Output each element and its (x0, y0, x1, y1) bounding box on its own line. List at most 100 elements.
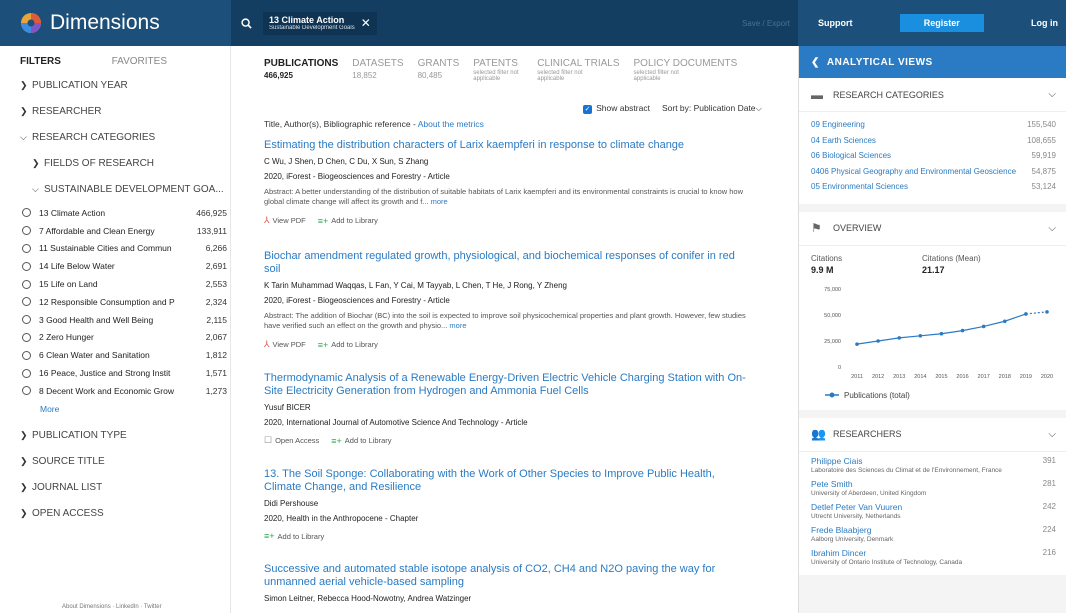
view-pdf-button[interactable]: ⅄ View PDF (264, 339, 306, 350)
category-row[interactable]: 0406 Physical Geography and Environmenta… (811, 167, 1056, 183)
result-title[interactable]: Estimating the distribution characters o… (264, 139, 754, 152)
tab-policy-documents[interactable]: POLICY DOCUMENTS selected filter not appl… (634, 58, 738, 82)
chevron-down-icon[interactable]: ⌵ (1048, 223, 1056, 234)
filter-researcher[interactable]: ❯ RESEARCHER (20, 106, 230, 117)
register-button[interactable]: Register (899, 14, 984, 32)
researcher-row[interactable]: Detlef Peter Van Vuuren Utrecht Universit… (811, 502, 1056, 520)
tab-count: 18,852 (352, 71, 377, 80)
filter-source-title[interactable]: ❯ SOURCE TITLE (20, 456, 230, 467)
open-access-badge[interactable]: ☐ Open Access (264, 435, 319, 446)
filter-research-categories[interactable]: ⌵ RESEARCH CATEGORIES (20, 132, 230, 143)
filter-sdg[interactable]: ⌵ SUSTAINABLE DEVELOPMENT GOA... (32, 184, 230, 195)
result-title[interactable]: Thermodynamic Analysis of a Renewable En… (264, 372, 754, 398)
add-to-library-button[interactable]: ≡+ Add to Library (318, 340, 378, 350)
radio-button[interactable] (22, 297, 31, 307)
result-title[interactable]: Successive and automated stable isotope … (264, 563, 754, 589)
sdg-option[interactable]: 3 Good Health and Well Being 2,115 (22, 311, 230, 329)
tab-filters[interactable]: FILTERS (20, 56, 61, 67)
close-icon[interactable]: ✕ (361, 16, 371, 30)
researcher-name[interactable]: Frede Blaabjerg (811, 525, 893, 535)
chevron-left-icon[interactable]: ❮ (811, 57, 820, 68)
sdg-option[interactable]: 15 Life on Land 2,553 (22, 275, 230, 293)
sort-control[interactable]: Sort by: Publication Date⌵ (662, 103, 762, 114)
radio-button[interactable] (22, 386, 31, 396)
chart-legend[interactable]: Publications (total) (825, 391, 1056, 400)
researcher-count: 224 (1042, 524, 1056, 534)
sdg-option[interactable]: 16 Peace, Justice and Strong Instit 1,571 (22, 364, 230, 382)
logo[interactable]: Dimensions (0, 0, 231, 46)
radio-button[interactable] (22, 261, 31, 271)
login-link[interactable]: Log in (1031, 18, 1058, 28)
save-export-link[interactable]: Save / Export (742, 19, 790, 28)
tab-publications[interactable]: PUBLICATIONS 466,925 (264, 58, 338, 82)
researcher-name[interactable]: Philippe Ciais (811, 456, 1002, 466)
add-to-library-button[interactable]: ≡+ Add to Library (331, 436, 391, 446)
researcher-row[interactable]: Philippe Ciais Laboratoire des Sciences d… (811, 456, 1056, 474)
sdg-option[interactable]: 12 Responsible Consumption and P 2,324 (22, 293, 230, 311)
radio-button[interactable] (22, 243, 31, 253)
category-row[interactable]: 05 Environmental Sciences 53,124 (811, 182, 1056, 198)
sdg-option[interactable]: 6 Clean Water and Sanitation 1,812 (22, 346, 230, 364)
researcher-count: 242 (1042, 501, 1056, 511)
researcher-row[interactable]: Pete Smith University of Aberdeen, United… (811, 479, 1056, 497)
chevron-down-icon: ⌵ (32, 184, 39, 194)
researcher-row[interactable]: Frede Blaabjerg Aalborg University, Denma… (811, 525, 1056, 543)
radio-button[interactable] (22, 350, 31, 360)
card-header[interactable]: ⚑ OVERVIEW ⌵ (799, 212, 1066, 246)
sdg-option[interactable]: 13 Climate Action 466,925 (22, 204, 230, 222)
view-pdf-button[interactable]: ⅄ View PDF (264, 215, 306, 226)
researcher-row[interactable]: Ibrahim Dincer University of Ontario Inst… (811, 548, 1056, 566)
radio-button[interactable] (22, 226, 31, 236)
tab-datasets[interactable]: DATASETS 18,852 (352, 58, 403, 82)
category-row[interactable]: 09 Engineering 155,540 (811, 120, 1056, 136)
sdg-label: 12 Responsible Consumption and P (39, 296, 175, 307)
sdg-option[interactable]: 8 Decent Work and Economic Grow 1,273 (22, 382, 230, 400)
filter-fields-of-research[interactable]: ❯ FIELDS OF RESEARCH (32, 158, 230, 169)
filter-publication-year[interactable]: ❯ PUBLICATION YEAR (20, 80, 230, 91)
filter-open-access[interactable]: ❯ OPEN ACCESS (20, 508, 230, 519)
tab-favorites[interactable]: FAVORITES (112, 56, 167, 67)
researcher-name[interactable]: Ibrahim Dincer (811, 548, 962, 558)
add-to-library-button[interactable]: ≡+ Add to Library (264, 531, 324, 541)
radio-button[interactable] (22, 208, 31, 218)
category-row[interactable]: 06 Biological Sciences 59,919 (811, 151, 1056, 167)
radio-button[interactable] (22, 279, 31, 289)
analytical-views-header[interactable]: ❮ ANALYTICAL VIEWS (799, 46, 1066, 78)
radio-button[interactable] (22, 368, 31, 378)
more-link[interactable]: more (431, 197, 448, 206)
tab-patents[interactable]: PATENTS selected filter not applicable (473, 58, 523, 82)
checkbox-checked-icon[interactable]: ✓ (583, 104, 593, 114)
card-header[interactable]: 👥 RESEARCHERS ⌵ (799, 418, 1066, 452)
filter-label: OPEN ACCESS (32, 507, 104, 519)
chevron-down-icon[interactable]: ⌵ (1048, 429, 1056, 440)
search-bar[interactable]: 13 Climate Action Sustainable Developmen… (231, 0, 798, 46)
about-metrics-link[interactable]: About the metrics (418, 119, 484, 129)
researcher-name[interactable]: Pete Smith (811, 479, 926, 489)
radio-button[interactable] (22, 315, 31, 325)
filter-publication-type[interactable]: ❯ PUBLICATION TYPE (20, 430, 230, 441)
result-title[interactable]: Biochar amendment regulated growth, phys… (264, 250, 754, 276)
active-filter-chip[interactable]: 13 Climate Action Sustainable Developmen… (263, 11, 377, 35)
tab-clinical-trials[interactable]: CLINICAL TRIALS selected filter not appli… (537, 58, 619, 82)
chevron-down-icon[interactable]: ⌵ (1048, 89, 1056, 100)
search-icon[interactable] (231, 17, 261, 29)
show-abstract-toggle[interactable]: ✓ Show abstract (583, 103, 650, 114)
result-title[interactable]: 13. The Soil Sponge: Collaborating with … (264, 468, 754, 494)
researcher-name[interactable]: Detlef Peter Van Vuuren (811, 502, 902, 512)
sdg-option[interactable]: 2 Zero Hunger 2,067 (22, 329, 230, 347)
folder-icon: ▬ (811, 87, 823, 102)
result-item: 13. The Soil Sponge: Collaborating with … (264, 468, 798, 541)
more-link[interactable]: More (40, 404, 230, 414)
sdg-option[interactable]: 11 Sustainable Cities and Commun 6,266 (22, 240, 230, 258)
sdg-option[interactable]: 7 Affordable and Clean Energy 133,911 (22, 222, 230, 240)
category-row[interactable]: 04 Earth Sciences 108,655 (811, 136, 1056, 152)
filter-journal-list[interactable]: ❯ JOURNAL LIST (20, 482, 230, 493)
tab-grants[interactable]: GRANTS 80,485 (418, 58, 460, 82)
add-to-library-button[interactable]: ≡+ Add to Library (318, 216, 378, 226)
card-header[interactable]: ▬ RESEARCH CATEGORIES ⌵ (799, 78, 1066, 112)
support-link[interactable]: Support (818, 18, 853, 28)
footer-links[interactable]: About Dimensions · LinkedIn · Twitter (62, 604, 162, 610)
radio-button[interactable] (22, 332, 31, 342)
sdg-option[interactable]: 14 Life Below Water 2,691 (22, 257, 230, 275)
more-link[interactable]: more (449, 321, 466, 330)
